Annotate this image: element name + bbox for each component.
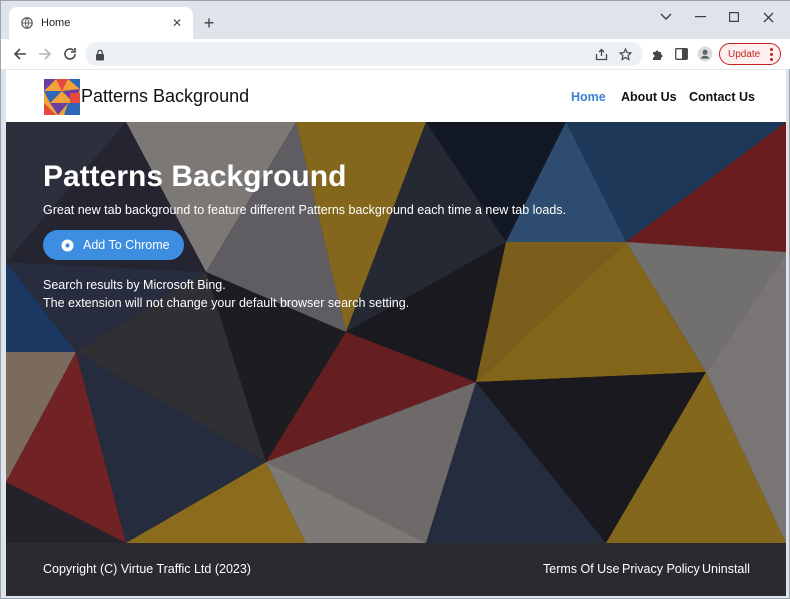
forward-icon[interactable] (36, 45, 54, 63)
close-icon[interactable] (753, 7, 783, 27)
hero-subtitle: Great new tab background to feature diff… (43, 203, 567, 217)
hero-section: Patterns Background Great new tab backgr… (6, 122, 786, 543)
reload-icon[interactable] (61, 45, 79, 63)
tab-title: Home (41, 17, 71, 29)
tab-strip: Home ✕ + (1, 1, 790, 39)
footer-uninstall-link[interactable]: Uninstall (702, 562, 750, 576)
site-header: Patterns Background Home About Us Contac… (6, 69, 786, 122)
puzzle-icon[interactable] (648, 45, 666, 63)
browser-toolbar: Update (1, 39, 790, 69)
sidepanel-icon[interactable] (672, 45, 690, 63)
footer-terms-link[interactable]: Terms Of Use (543, 562, 619, 576)
chevron-down-icon[interactable] (651, 7, 681, 27)
site-logo[interactable] (44, 79, 80, 115)
site-brand[interactable]: Patterns Background (81, 86, 249, 107)
add-to-chrome-button[interactable]: Add To Chrome (43, 230, 184, 260)
maximize-icon[interactable] (719, 7, 749, 27)
minimize-icon[interactable] (686, 7, 716, 27)
hero-title: Patterns Background (43, 160, 347, 193)
nav-contact-us[interactable]: Contact Us (689, 90, 755, 104)
hero-note-line2: The extension will not change your defau… (43, 296, 410, 310)
share-icon[interactable] (593, 46, 609, 62)
profile-icon[interactable] (696, 45, 714, 63)
tab-close-icon[interactable]: ✕ (169, 15, 185, 31)
update-button[interactable]: Update (719, 43, 781, 65)
star-icon[interactable] (617, 46, 633, 62)
kebab-menu-icon[interactable] (770, 47, 773, 62)
lock-icon[interactable] (95, 48, 105, 66)
hero-note-line1: Search results by Microsoft Bing. (43, 278, 226, 292)
address-bar[interactable] (85, 42, 643, 66)
nav-home[interactable]: Home (571, 90, 606, 104)
back-icon[interactable] (11, 45, 29, 63)
site-footer: Copyright (C) Virtue Traffic Ltd (2023) … (6, 543, 786, 596)
nav-about-us[interactable]: About Us (621, 90, 677, 104)
chrome-logo-icon (61, 239, 74, 252)
footer-privacy-link[interactable]: Privacy Policy (622, 562, 700, 576)
browser-window: Home ✕ + Update Patterns Background Home… (0, 0, 790, 599)
tab-home[interactable]: Home ✕ (9, 7, 193, 39)
new-tab-button[interactable]: + (199, 13, 219, 33)
update-label: Update (728, 48, 761, 60)
globe-icon (21, 17, 33, 29)
add-to-chrome-label: Add To Chrome (83, 238, 170, 252)
page-viewport: Patterns Background Home About Us Contac… (6, 69, 786, 596)
footer-copyright: Copyright (C) Virtue Traffic Ltd (2023) (43, 562, 251, 576)
